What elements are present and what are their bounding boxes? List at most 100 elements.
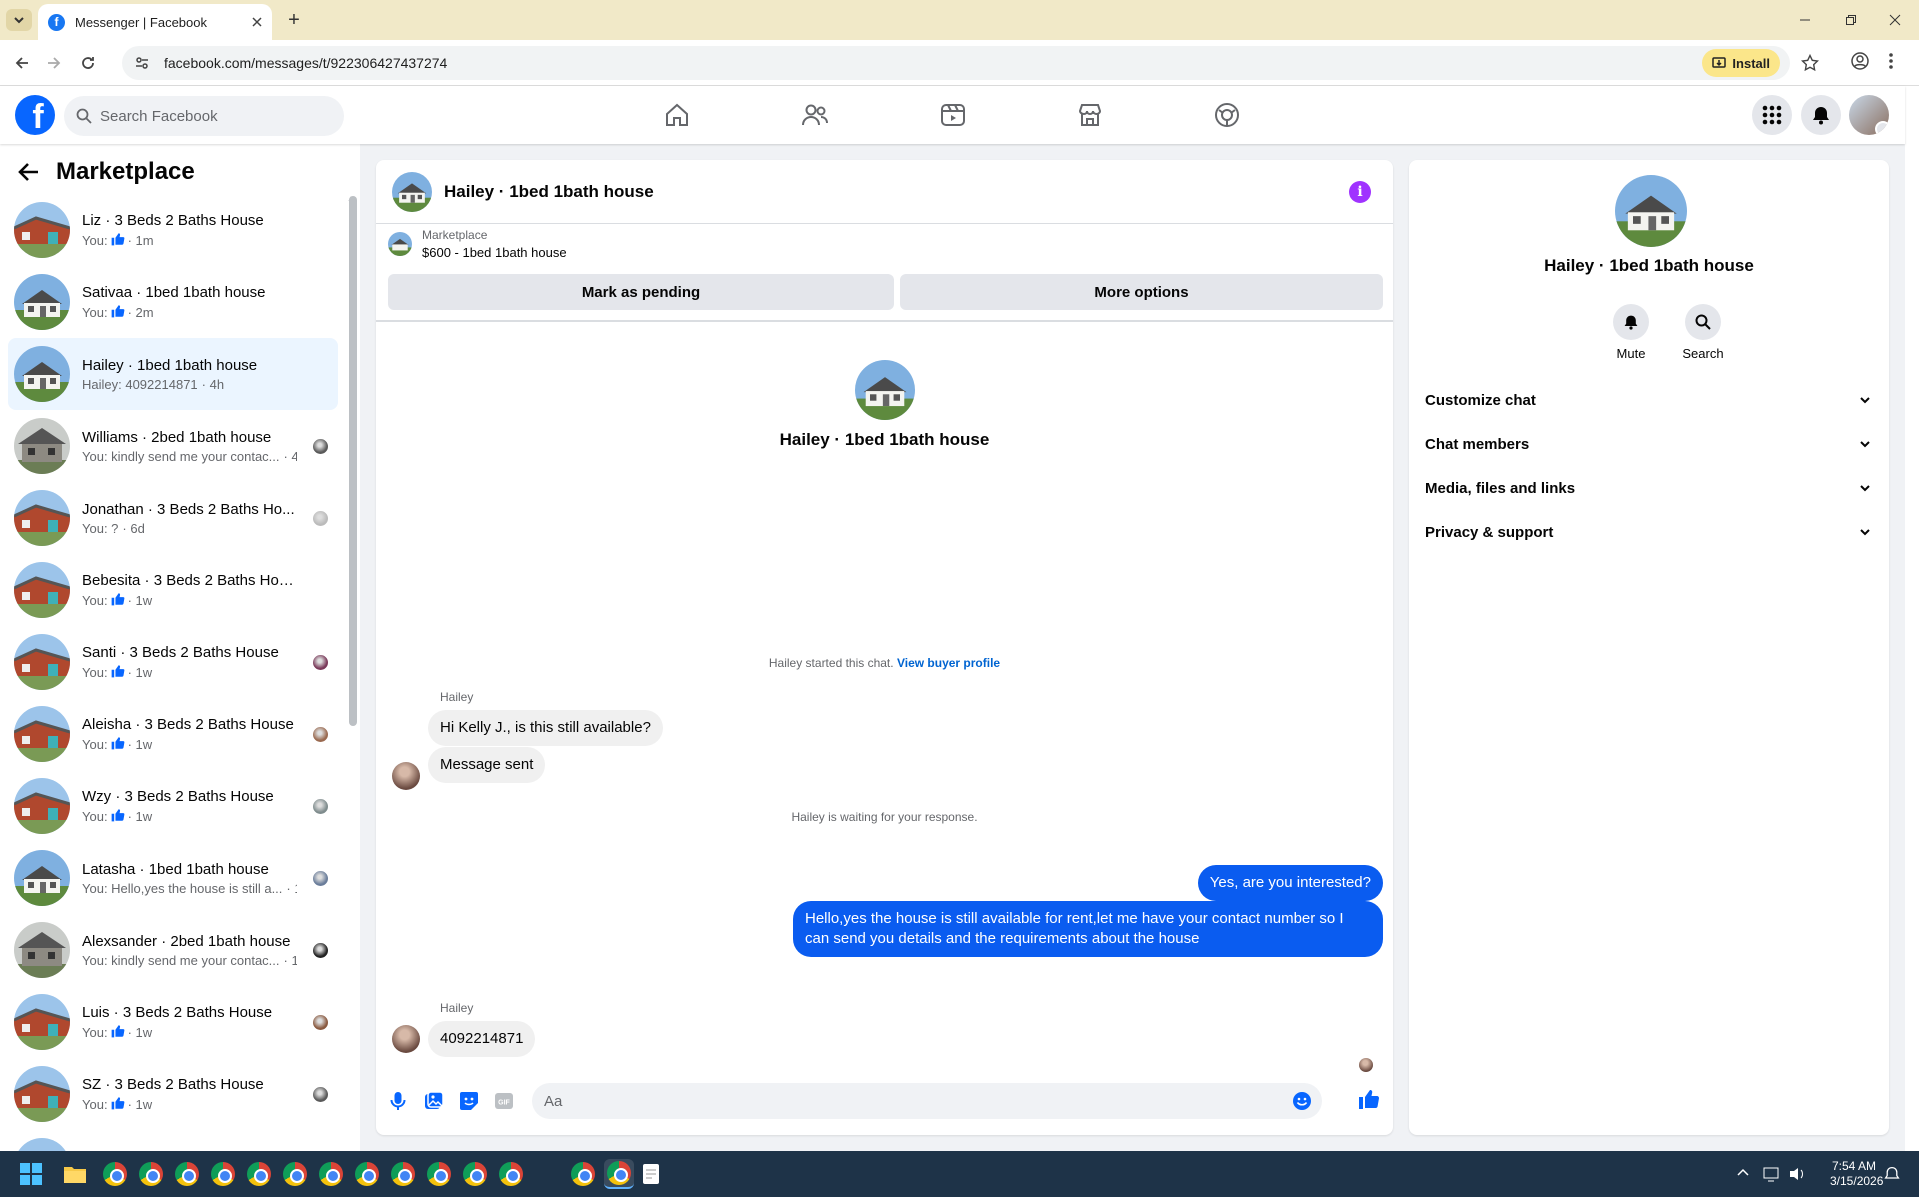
sender-avatar[interactable]: [392, 1025, 420, 1053]
nav-home[interactable]: [661, 99, 693, 131]
network-icon[interactable]: [1763, 1166, 1781, 1182]
file-explorer-button[interactable]: [60, 1159, 90, 1189]
chat-avatar[interactable]: [392, 171, 432, 212]
chrome-taskbar-button[interactable]: [316, 1159, 346, 1189]
conversation-item[interactable]: Liz · 3 Beds 2 Baths House You: · 1m: [8, 194, 338, 266]
voice-clip-button[interactable]: [389, 1091, 407, 1111]
conversation-item[interactable]: Wzy · 3 Beds 2 Baths House You: · 1w: [8, 770, 338, 842]
new-tab-button[interactable]: +: [282, 8, 306, 32]
chrome-taskbar-button[interactable]: [172, 1159, 202, 1189]
facebook-search[interactable]: [64, 96, 344, 136]
conversation-item[interactable]: Bebesita · 3 Beds 2 Baths House You: · 1w: [8, 554, 338, 626]
gif-button[interactable]: GIF: [494, 1091, 514, 1111]
omnibox[interactable]: facebook.com/messages/t/922306427437274 …: [122, 46, 1790, 80]
install-app-button[interactable]: Install: [1702, 49, 1780, 77]
chrome-taskbar-button[interactable]: [100, 1159, 130, 1189]
close-icon[interactable]: [252, 17, 262, 27]
conversation-item[interactable]: SZ · 3 Beds 2 Baths House You: · 1w: [8, 1058, 338, 1130]
notification-bell-icon[interactable]: [1884, 1166, 1900, 1182]
search-in-chat-button[interactable]: Search: [1673, 304, 1733, 361]
reload-button[interactable]: [76, 51, 100, 75]
chat-title[interactable]: Hailey · 1bed 1bath house: [444, 182, 654, 202]
intro-avatar[interactable]: [855, 360, 915, 420]
conversation-item[interactable]: Williams · 2bed 1bath house You: kindly s…: [8, 410, 338, 482]
message-input-box[interactable]: [532, 1083, 1322, 1119]
send-like-button[interactable]: [1358, 1088, 1380, 1110]
mute-button[interactable]: Mute: [1601, 304, 1661, 361]
info-icon[interactable]: i: [1349, 181, 1371, 203]
url-text[interactable]: facebook.com/messages/t/922306427437274: [164, 55, 447, 71]
media-files-links-row[interactable]: Media, files and links: [1425, 468, 1871, 508]
chrome-taskbar-button[interactable]: [568, 1159, 598, 1189]
chrome-taskbar-button[interactable]: [280, 1159, 310, 1189]
chrome-taskbar-button[interactable]: [496, 1159, 526, 1189]
incoming-message[interactable]: 4092214871: [428, 1021, 536, 1057]
restore-button[interactable]: [1836, 8, 1866, 32]
chrome-icon: [139, 1162, 163, 1186]
nav-friends[interactable]: [799, 99, 831, 131]
chrome-taskbar-button[interactable]: [460, 1159, 490, 1189]
sticker-button[interactable]: [459, 1091, 479, 1111]
details-avatar[interactable]: [1615, 175, 1687, 247]
privacy-support-row[interactable]: Privacy & support: [1425, 512, 1871, 552]
site-settings-icon[interactable]: [134, 55, 150, 71]
conversation-item[interactable]: Sativaa · 1bed 1bath house You: · 2m: [8, 266, 338, 338]
sidebar-scrollbar[interactable]: [349, 196, 357, 726]
conversation-item[interactable]: Luis · 3 Beds 2 Baths House You: · 1w: [8, 986, 338, 1058]
nav-gaming[interactable]: [1211, 99, 1243, 131]
conversation-item[interactable]: Hailey · 1bed 1bath house Hailey: 4092214…: [8, 338, 338, 410]
incoming-message[interactable]: Hi Kelly J., is this still available?: [428, 710, 663, 746]
browser-profile-button[interactable]: [1850, 51, 1870, 71]
bookmark-star-button[interactable]: [1798, 51, 1822, 75]
account-avatar[interactable]: [1849, 95, 1889, 135]
conversation-item[interactable]: Aleisha · 3 Beds 2 Baths House You: · 1w: [8, 698, 338, 770]
snippet-text: You: kindly send me your contac...: [82, 448, 280, 464]
search-input[interactable]: [100, 107, 320, 125]
outgoing-message[interactable]: Yes, are you interested?: [1197, 865, 1383, 901]
page-scrollbar[interactable]: [1905, 86, 1919, 1151]
chrome-taskbar-button[interactable]: [244, 1159, 274, 1189]
volume-icon[interactable]: [1788, 1166, 1806, 1182]
chat-members-row[interactable]: Chat members: [1425, 424, 1871, 464]
minimize-button[interactable]: [1790, 8, 1820, 32]
more-options-button[interactable]: More options: [900, 274, 1383, 310]
notifications-button[interactable]: [1801, 95, 1841, 135]
sender-avatar[interactable]: [392, 762, 420, 790]
message-input[interactable]: [544, 1092, 1264, 1110]
chevron-up-icon[interactable]: [1736, 1166, 1750, 1180]
nav-video[interactable]: [937, 99, 969, 131]
notepad-button[interactable]: [636, 1159, 666, 1189]
browser-tab[interactable]: f Messenger | Facebook: [38, 4, 272, 40]
conversation-item[interactable]: Jonathan · 3 Beds 2 Baths Ho... You: ? · 6…: [8, 482, 338, 554]
chrome-taskbar-button[interactable]: [352, 1159, 382, 1189]
attach-photo-button[interactable]: [424, 1091, 444, 1111]
back-button[interactable]: [10, 51, 34, 75]
menu-button[interactable]: [1752, 95, 1792, 135]
chrome-taskbar-button[interactable]: [424, 1159, 454, 1189]
facebook-logo[interactable]: f: [15, 95, 55, 135]
close-window-button[interactable]: [1880, 8, 1910, 32]
clock[interactable]: 7:54 AM 3/15/2026: [1830, 1159, 1883, 1189]
start-button[interactable]: [16, 1159, 46, 1189]
chrome-taskbar-button[interactable]: [388, 1159, 418, 1189]
chrome-taskbar-button[interactable]: [604, 1159, 634, 1189]
chrome-taskbar-button[interactable]: [208, 1159, 238, 1189]
marketplace-listing-info[interactable]: Marketplace $600 - 1bed 1bath house: [388, 228, 567, 260]
conversation-item[interactable]: Latasha · 1bed 1bath house You: Hello,yes…: [8, 842, 338, 914]
conversation-item[interactable]: Diana · 3 Beds 2 Baths House: [8, 1130, 338, 1151]
chrome-taskbar-button[interactable]: [136, 1159, 166, 1189]
arrow-left-icon[interactable]: [18, 162, 40, 182]
browser-menu-button[interactable]: [1888, 51, 1894, 71]
view-buyer-profile-link[interactable]: View buyer profile: [897, 656, 1000, 670]
conversation-item[interactable]: Alexsander · 2bed 1bath house You: kindly…: [8, 914, 338, 986]
nav-marketplace[interactable]: [1074, 99, 1106, 131]
forward-button[interactable]: [42, 51, 66, 75]
tab-search-button[interactable]: [6, 9, 32, 31]
emoji-button[interactable]: [1292, 1091, 1312, 1111]
outgoing-message[interactable]: Hello,yes the house is still available f…: [793, 901, 1383, 957]
mark-as-pending-button[interactable]: Mark as pending: [388, 274, 894, 310]
conversation-item[interactable]: Santi · 3 Beds 2 Baths House You: · 1w: [8, 626, 338, 698]
incoming-message[interactable]: Message sent: [428, 747, 546, 783]
sidebar-header: Marketplace: [18, 158, 195, 186]
customize-chat-row[interactable]: Customize chat: [1425, 380, 1871, 420]
